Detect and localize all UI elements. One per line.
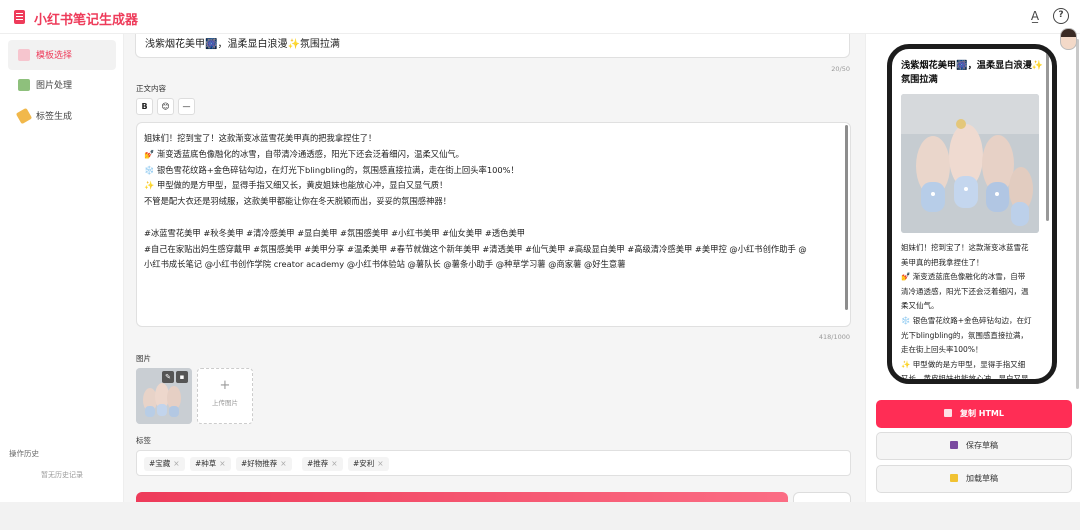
preview-line: 清冷通透感，阳光下还会泛着细闪，温 [901, 286, 1029, 296]
preview-title: 浅紫烟花美甲🎆，温柔显白浪漫✨氛围拉满 [901, 60, 1044, 85]
preview-panel: 浅紫烟花美甲🎆，温柔显白浪漫✨氛围拉满 姐妹们！挖到宝了！这款渐变冰蓝雪花 美甲… [865, 34, 1080, 502]
phone-scrollbar[interactable] [1046, 51, 1049, 221]
title-input-value: 浅紫烟花美甲🎆，温柔显白浪漫✨氛围拉满 [145, 39, 340, 50]
title-input[interactable]: 浅紫烟花美甲🎆，温柔显白浪漫✨氛围拉满 [135, 34, 850, 58]
copy-html-label: 复制 HTML [960, 409, 1004, 418]
tag-text: #安利 [353, 459, 375, 468]
history-empty-text: 暂无历史记录 [41, 471, 83, 479]
tag-chip[interactable]: #好物推荐 × [236, 457, 292, 471]
body-label: 正文内容 [136, 84, 166, 93]
tag-text: #种草 [195, 459, 217, 468]
avatar[interactable] [1060, 28, 1077, 50]
preview-line: 走在街上回头率100%！ [901, 345, 983, 355]
title-char-count: 20/50 [831, 65, 850, 73]
sidebar-item-label: 模板选择 [36, 51, 73, 61]
nail-photo-image [901, 94, 1039, 233]
save-draft-button[interactable]: 保存草稿 [876, 432, 1072, 460]
preview-scrollbar[interactable] [1076, 39, 1079, 389]
tag-chip[interactable]: #安利 × [348, 457, 389, 471]
top-bar: 小红书笔记生成器 A̲ ? [0, 0, 1080, 34]
body-char-count: 418/1000 [818, 333, 850, 341]
help-icon[interactable]: ? [1053, 8, 1069, 24]
upload-image-label: 上传图片 [212, 399, 238, 407]
tag-text: #推荐 [307, 459, 329, 468]
load-draft-button[interactable]: 加载草稿 [876, 465, 1072, 493]
preview-line: 又长，黄皮姐妹也能放心冲，显白又显 [901, 374, 1029, 384]
preview-line: 姐妹们！挖到宝了！这款渐变冰蓝雪花 [901, 243, 1029, 252]
preview-line: ❄️ 银色雪花纹路+金色碎钻勾边，在灯 [901, 315, 1032, 325]
sidebar-item-image[interactable]: 图片处理 [8, 70, 116, 100]
preview-line: ✨ 甲型做的是方甲型，显得手指又细 [901, 359, 1026, 369]
tags-field[interactable]: #宝藏 × #种草 × #好物推荐 × #推荐 × #安利 × [136, 450, 851, 476]
folder-icon [950, 474, 958, 482]
remove-tag-icon[interactable]: × [377, 459, 383, 468]
preview-body: 姐妹们！挖到宝了！这款渐变冰蓝雪花 美甲真的把我拿捏住了！ 💅 渐变透蓝底色像融… [901, 241, 1046, 384]
tag-chip[interactable]: #宝藏 × [144, 457, 185, 471]
notebook-logo-icon [14, 10, 25, 24]
body-line: 姐妹们！挖到宝了！这款渐变冰蓝雪花美甲真的把我拿捏住了！ [144, 133, 377, 143]
load-draft-label: 加载草稿 [966, 474, 998, 483]
remove-tag-icon[interactable]: × [280, 459, 286, 468]
save-icon [950, 441, 958, 449]
copy-icon [944, 409, 952, 417]
emoji-button[interactable]: 😊 [157, 98, 174, 115]
tags-label: 标签 [136, 436, 151, 445]
secondary-action-button[interactable] [793, 492, 851, 502]
image-icon [18, 79, 30, 91]
body-line: 不管是配大衣还是羽绒服，这款美甲都能让你在冬天脱颖而出，妥妥的氛围感神器！ [144, 196, 451, 207]
sidebar-item-tags[interactable]: 标签生成 [8, 101, 116, 131]
generate-button[interactable] [136, 492, 788, 502]
body-line [144, 210, 840, 226]
tag-chip[interactable]: #种草 × [190, 457, 231, 471]
remove-tag-icon[interactable]: × [173, 459, 179, 468]
bold-button[interactable]: B [136, 98, 153, 115]
editor-panel: 浅紫烟花美甲🎆，温柔显白浪漫✨氛围拉满 20/50 正文内容 B 😊 — 姐妹们… [124, 34, 865, 502]
remove-tag-icon[interactable]: × [219, 459, 225, 468]
app-title: 小红书笔记生成器 [34, 13, 139, 28]
sidebar: 模板选择 图片处理 标签生成 操作历史 暂无历史记录 [0, 34, 124, 502]
sidebar-item-label: 图片处理 [36, 81, 73, 91]
bottom-strip [0, 502, 1080, 530]
history-title: 操作历史 [9, 449, 39, 458]
preview-image [901, 94, 1039, 233]
images-label: 图片 [136, 354, 151, 363]
save-draft-label: 保存草稿 [966, 441, 998, 450]
body-textarea[interactable]: 姐妹们！挖到宝了！这款渐变冰蓝雪花美甲真的把我拿捏住了！ 💅 渐变透蓝底色像融化… [136, 122, 851, 327]
body-line: ❄️ 银色雪花纹路+金色碎钻勾边，在灯光下blingbling的，氛围感直接拉满… [144, 164, 519, 175]
phone-preview: 浅紫烟花美甲🎆，温柔显白浪漫✨氛围拉满 姐妹们！挖到宝了！这款渐变冰蓝雪花 美甲… [887, 44, 1057, 384]
preview-line: 美甲真的把我拿捏住了！ [901, 257, 984, 267]
body-line: #自己在家贴出妈生感穿戴甲 #氛围感美甲 #美甲分享 #温柔美甲 #春节就做这个… [144, 243, 807, 254]
tag-text: #宝藏 [149, 459, 171, 468]
preview-line: 💅 渐变透蓝底色像融化的冰雪，自带 [901, 272, 1026, 282]
nail-photo-thumbnail[interactable]: ✎ ▪ [136, 368, 192, 424]
tag-chip[interactable]: #推荐 × [302, 457, 343, 471]
sidebar-item-template[interactable]: 模板选择 [8, 40, 116, 70]
delete-image-icon[interactable]: ▪ [176, 371, 188, 383]
edit-image-icon[interactable]: ✎ [162, 371, 174, 383]
tag-text: #好物推荐 [241, 459, 278, 468]
body-line: #冰蓝雪花美甲 #秋冬美甲 #清冷感美甲 #显白美甲 #氛围感美甲 #小红书美甲… [144, 227, 526, 238]
body-line: ✨ 甲型做的是方甲型，显得手指又细又长，黄皮姐妹也能放心冲，显白又显气质！ [144, 180, 448, 191]
body-scrollbar[interactable] [845, 125, 848, 310]
tag-icon [15, 107, 33, 125]
plus-icon: + [219, 378, 231, 393]
template-icon [18, 49, 30, 61]
body-line: 小红书成长笔记 @小红书创作学院 creator academy @小红书体验站… [144, 259, 626, 270]
body-text: 姐妹们！挖到宝了！这款渐变冰蓝雪花美甲真的把我拿捏住了！ 💅 渐变透蓝底色像融化… [144, 131, 840, 273]
preview-line: 光下blingbling的，氛围感直接拉满， [901, 330, 1028, 340]
translate-icon[interactable]: A̲ [1027, 8, 1043, 24]
body-line: 💅 渐变透蓝底色像融化的冰雪，自带清冷通透感，阳光下还会泛着细闪，温柔又仙气。 [144, 148, 464, 159]
remove-tag-icon[interactable]: × [331, 459, 337, 468]
copy-html-button[interactable]: 复制 HTML [876, 400, 1072, 428]
preview-line: 柔又仙气。 [901, 301, 939, 311]
sidebar-item-label: 标签生成 [36, 112, 73, 122]
divider-button[interactable]: — [178, 98, 195, 115]
upload-image-button[interactable]: + 上传图片 [197, 368, 253, 424]
